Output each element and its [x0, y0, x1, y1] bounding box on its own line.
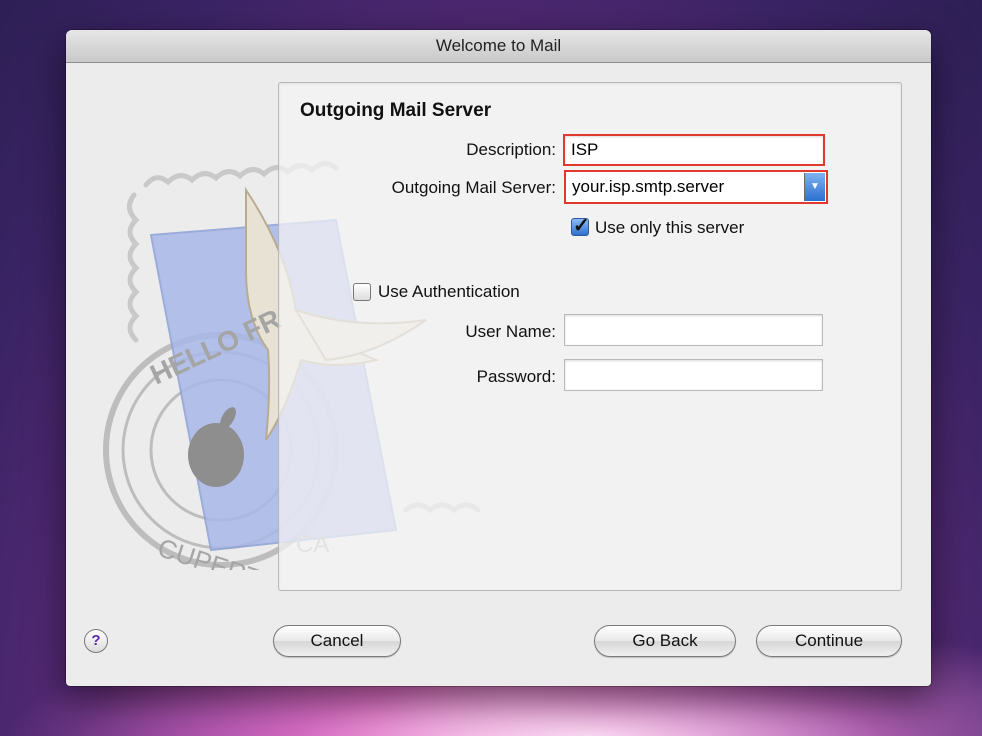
outgoing-server-combo[interactable]: your.isp.smtp.server ▼ — [564, 170, 828, 204]
description-label: Description: — [466, 140, 556, 159]
outgoing-server-label: Outgoing Mail Server: — [391, 178, 556, 197]
use-only-server-checkbox[interactable]: ✓ — [571, 215, 590, 237]
checkmark-icon: ✓ — [573, 215, 590, 237]
continue-button[interactable]: Continue — [756, 625, 902, 657]
go-back-button[interactable]: Go Back — [594, 625, 736, 657]
cancel-button[interactable]: Cancel — [273, 625, 401, 657]
window-title: Welcome to Mail — [435, 36, 562, 55]
welcome-dialog: Welcome to Mail HELLO FR CUPERTINO CA — [66, 30, 931, 686]
window-titlebar[interactable]: Welcome to Mail — [66, 30, 931, 63]
password-label: Password: — [476, 367, 556, 386]
use-authentication-checkbox[interactable] — [353, 283, 371, 301]
outgoing-server-value: your.isp.smtp.server — [572, 177, 725, 196]
section-title: Outgoing Mail Server — [300, 100, 492, 121]
password-field[interactable] — [564, 359, 823, 391]
chevron-down-icon: ▼ — [810, 181, 820, 192]
combo-dropdown-button[interactable]: ▼ — [804, 173, 825, 201]
help-icon: ? — [91, 632, 101, 649]
username-label: User Name: — [465, 322, 556, 341]
use-only-server-label: Use only this server — [595, 218, 745, 237]
help-button[interactable]: ? — [84, 629, 108, 653]
username-field[interactable] — [564, 314, 823, 346]
description-field[interactable] — [563, 134, 825, 166]
use-authentication-label: Use Authentication — [378, 282, 520, 301]
